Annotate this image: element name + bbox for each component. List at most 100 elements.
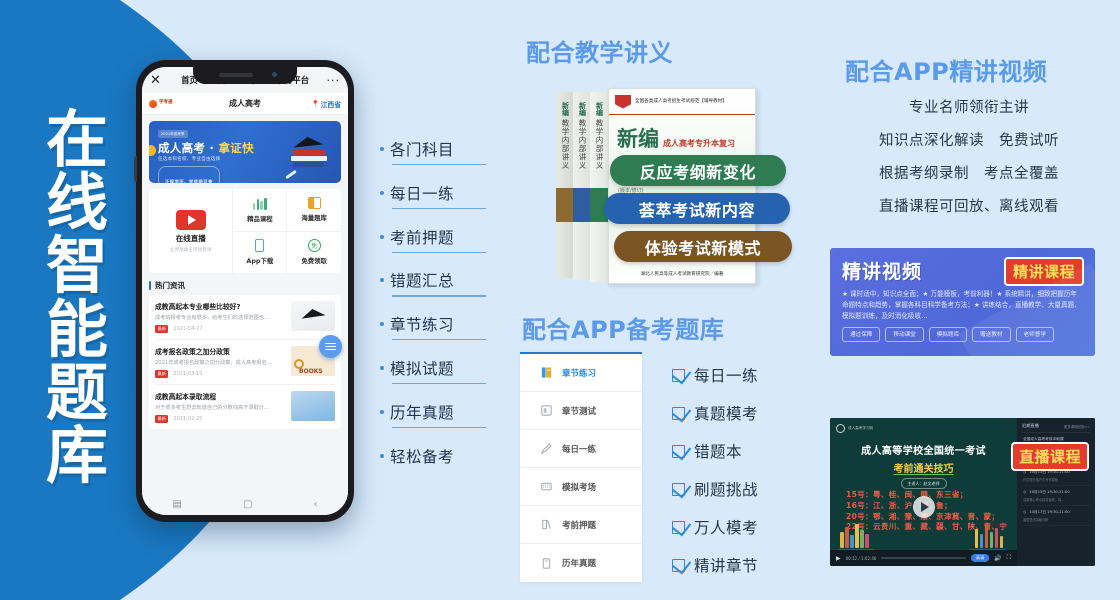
checklist-item[interactable]: 万人模考 xyxy=(672,508,758,546)
course-tag[interactable]: 通过保障 xyxy=(842,326,881,342)
news-thumbnail xyxy=(291,391,335,421)
list-item[interactable]: 错题汇总 xyxy=(380,269,486,297)
checklist-item[interactable]: 错题本 xyxy=(672,432,758,470)
diploma-scroll-icon xyxy=(285,169,297,180)
nav-menu-icon[interactable]: ▤ xyxy=(173,499,182,510)
phone-mockup: ✕ 首页-学习网浙江成信在线学习平台 ··· 学考通 成人高考 📍 江西省 20… xyxy=(134,60,354,522)
bullet-dot-icon xyxy=(380,453,384,458)
news-item[interactable]: 成教高起本录取流程 对于很多考生想去知道自己的分数线高于录取分... 最新 20… xyxy=(155,385,335,429)
news-item[interactable]: 成教高起本专业哪些比较好? 成考的报考专业有很多，给考生们的选择范围也... 最… xyxy=(155,295,335,340)
banner-title: 成人高考 · 拿证快 xyxy=(158,141,254,155)
play-button-icon[interactable] xyxy=(912,496,935,518)
promo-banner[interactable]: 2021年成考季 成人高考 · 拿证快 任选本科名校、专业自由选择 正规学历、学… xyxy=(149,121,341,183)
course-promo-card[interactable]: 精讲视频 精讲课程 ★ 课时适中，知识点全面；★ 万能模板，考前利器！★ 系统精… xyxy=(830,248,1095,356)
checkbox-checked-icon xyxy=(672,558,685,572)
news-desc: 成考的报考专业有很多，给考生们的选择范围也... xyxy=(155,315,269,321)
bookshelf-decoration xyxy=(974,525,1003,548)
bullet-dot-icon xyxy=(380,234,384,239)
hero-char: 库 xyxy=(45,419,108,493)
news-date: 2021-04-27 xyxy=(173,326,203,332)
page-title: 在 线 智 能 题 库 xyxy=(34,108,120,493)
list-item[interactable]: 每日一练 xyxy=(380,182,486,210)
book-spine-title: 教学内部讲义 xyxy=(561,119,570,170)
books-section-header: 配合教学讲义 xyxy=(526,39,673,67)
volume-icon[interactable]: 🔊 xyxy=(994,555,1001,562)
list-item[interactable]: 历年真题 xyxy=(380,401,486,429)
bank-menu-item-past-papers[interactable]: 历年真题 xyxy=(520,544,642,582)
video-feature: 专业名师领衔主讲 xyxy=(909,100,1029,116)
sidebar-title: 近期直播 xyxy=(1022,423,1039,428)
checklist-label: 刷题挑战 xyxy=(694,481,759,499)
sidebar-item[interactable]: ◷ 10月17日 19:30-21:00 英语语法突破训练 xyxy=(1022,506,1090,526)
sidebar-more-link[interactable]: 更多课程回放>> xyxy=(1064,424,1090,429)
bank-menu-item-mock[interactable]: 模拟考场 xyxy=(520,468,642,506)
hero-char: 智 xyxy=(45,229,108,303)
news-item[interactable]: 成考报名政策之加分政策 2021年成考报名政策之加分政策，成人高考报名... 最… xyxy=(155,340,335,385)
bullet-underline xyxy=(392,207,486,210)
book-spine-label: 新编 xyxy=(561,102,570,116)
sidebar-item[interactable]: ◷ 10月15日 19:30-21:00 高数核心考点精讲速成、真... xyxy=(1022,486,1090,506)
phone-screen: ✕ 首页-学习网浙江成信在线学习平台 ··· 学考通 成人高考 📍 江西省 20… xyxy=(142,67,348,515)
clock-icon: ◷ xyxy=(1023,489,1027,494)
book-cover-top-line: 全国各类成人高考招生考试规范【辅导教材】 xyxy=(635,98,727,104)
bullet-underline xyxy=(392,251,486,253)
news-desc: 2021年成考报名政策之加分政策，成人高考报名... xyxy=(155,360,272,366)
checkbox-checked-icon xyxy=(672,444,685,458)
phone-notch xyxy=(193,67,297,84)
bookshelf-decoration xyxy=(840,524,869,548)
list-item[interactable]: 考前押题 xyxy=(380,226,486,253)
news-section-title: 热门资讯 xyxy=(155,281,185,290)
bank-section-header: 配合APP备考题库 xyxy=(522,316,725,344)
question-bank-icon xyxy=(307,197,321,210)
grid-item-live[interactable]: 在线直播 业界巅峰名师团授课 xyxy=(149,189,234,273)
video-progress-bar[interactable] xyxy=(881,557,966,559)
course-tag[interactable]: 移动课堂 xyxy=(885,326,924,342)
sidebar-item-title: ◷ 10月15日 19:30-21:00 xyxy=(1023,489,1070,494)
checkbox-checked-icon xyxy=(672,368,685,382)
bank-menu-label: 每日一练 xyxy=(562,444,597,455)
play-pause-icon[interactable]: ▶ xyxy=(836,555,841,562)
bank-menu-item-chapter-test[interactable]: 章节测试 xyxy=(520,392,642,430)
checkbox-checked-icon xyxy=(672,482,685,496)
bullet-label: 各门科目 xyxy=(390,141,455,159)
graduation-cap-icon xyxy=(292,135,324,148)
news-badge: 最新 xyxy=(155,415,169,423)
grid-item-app[interactable]: App下载 xyxy=(233,231,288,273)
grid-item-sub: 业界巅峰名师团授课 xyxy=(170,247,212,253)
list-item[interactable]: 轻松备考 xyxy=(380,445,486,467)
bank-menu-item-chapter-practice[interactable]: 章节练习 xyxy=(520,354,642,392)
sidebar-item-title: ◷ 10月17日 19:30-21:00 xyxy=(1023,509,1070,514)
books-icon xyxy=(252,197,267,210)
checklist-item[interactable]: 刷题挑战 xyxy=(672,470,758,508)
course-tag[interactable]: 模拟题库 xyxy=(928,326,968,342)
checklist-label: 精讲章节 xyxy=(694,557,759,575)
province-selector[interactable]: 📍 江西省 xyxy=(311,99,341,109)
menu-fab-icon[interactable] xyxy=(319,335,342,358)
grid-item-label: 在线直播 xyxy=(175,233,206,243)
grid-item-bank[interactable]: 海量题库 xyxy=(287,189,341,232)
bank-menu-list: 章节练习 章节测试 每日一练 模拟考场 考前押题 历年真题 xyxy=(520,352,642,582)
fullscreen-icon[interactable]: ⛶ xyxy=(1007,554,1011,562)
banner-subtitle: 任选本科名校、专业自由选择 xyxy=(158,157,221,162)
video-quality-selector[interactable]: 高清 xyxy=(970,554,990,562)
live-class-video-card[interactable]: 直播课程 成人高考学习网 成人高等学校全国统一考试 考前通关技巧 主讲人：赵文老… xyxy=(830,418,1095,566)
list-item[interactable]: 章节练习 xyxy=(380,313,486,341)
checklist-item[interactable]: 每日一练 xyxy=(672,356,758,394)
checklist-item[interactable]: 真题模考 xyxy=(672,394,758,432)
nav-home-icon[interactable]: ▢ xyxy=(243,499,252,510)
grid-item-courses[interactable]: 精品课程 xyxy=(233,189,288,232)
mobile-phone-icon xyxy=(255,239,265,253)
grid-item-label: 精品课程 xyxy=(247,214,273,223)
course-tag[interactable]: 老师督学 xyxy=(1015,326,1054,342)
list-item[interactable]: 各门科目 xyxy=(380,138,486,166)
slide-presenter: 主讲人：赵文老师 xyxy=(900,478,947,489)
checklist-item[interactable]: 精讲章节 xyxy=(672,546,758,584)
nav-back-icon[interactable]: ‹ xyxy=(313,499,317,510)
bank-menu-item-predicted[interactable]: 考前押题 xyxy=(520,506,642,544)
grid-item-free[interactable]: 免 免费领取 xyxy=(287,232,341,274)
course-tag[interactable]: 赠送教材 xyxy=(972,326,1011,342)
banner-pill: 正规学历、学信网可查 xyxy=(158,166,220,183)
checkbox-checked-icon xyxy=(672,406,685,420)
list-item[interactable]: 模拟试题 xyxy=(380,357,486,385)
bank-menu-item-daily[interactable]: 每日一练 xyxy=(520,430,642,468)
